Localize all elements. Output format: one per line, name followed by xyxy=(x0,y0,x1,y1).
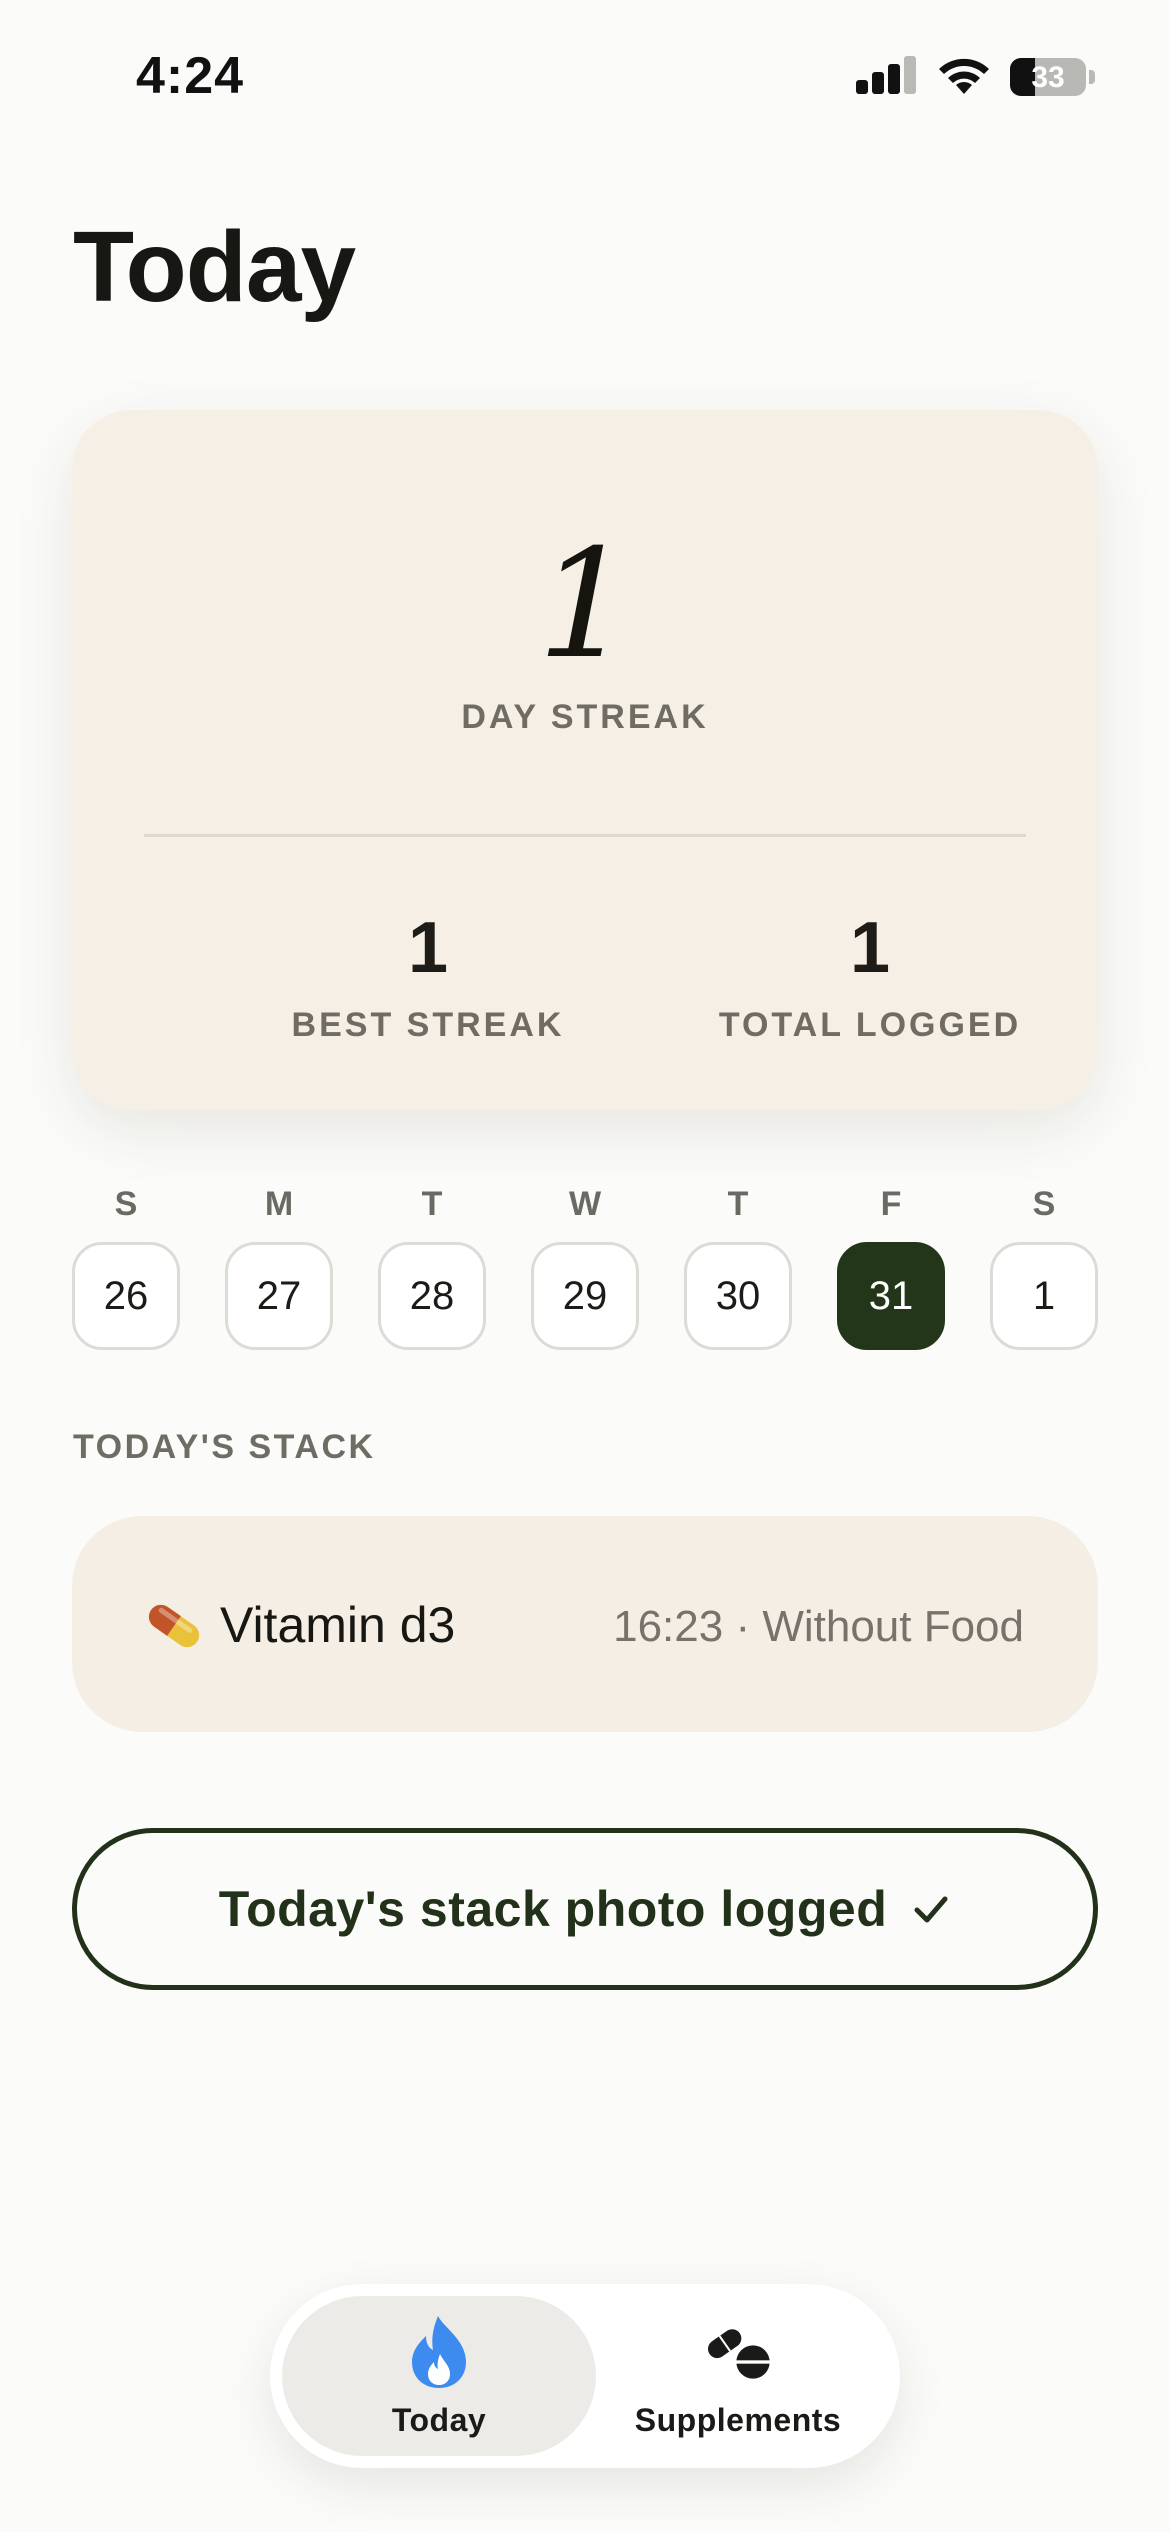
current-streak-label: DAY STREAK xyxy=(461,698,709,736)
battery-icon: 33 xyxy=(1010,58,1086,96)
day-letter: T xyxy=(421,1185,443,1223)
tab-label-today: Today xyxy=(391,2401,487,2438)
todays-stack-heading: TODAY'S STACK xyxy=(73,1428,376,1466)
day-letter: W xyxy=(568,1185,602,1223)
battery-nub xyxy=(1089,70,1095,84)
best-streak-value: 1 xyxy=(407,908,449,988)
cellular-signal-icon xyxy=(850,54,916,98)
stack-photo-logged-label: Today's stack photo logged xyxy=(218,1881,888,1937)
status-time: 4:24 xyxy=(136,47,245,105)
streak-divider xyxy=(144,834,1026,837)
day-letter: F xyxy=(880,1185,902,1223)
day-date[interactable]: 27 xyxy=(225,1242,333,1350)
page-title: Today xyxy=(73,211,356,323)
day-date[interactable]: 26 xyxy=(72,1242,180,1350)
pills-icon xyxy=(707,2328,772,2379)
supplement-time-and-food: 16:23 · Without Food xyxy=(613,1602,1024,1651)
pill-icon xyxy=(148,1604,200,1648)
total-logged-label: TOTAL LOGGED xyxy=(718,1006,1022,1044)
day-date[interactable]: 28 xyxy=(378,1242,486,1350)
day-date[interactable]: 30 xyxy=(684,1242,792,1350)
wifi-icon xyxy=(939,58,989,94)
supplement-name: Vitamin d3 xyxy=(220,1597,456,1653)
tab-bar: Today Supplements xyxy=(270,2284,900,2468)
week-day-5-selected[interactable]: F 31 xyxy=(837,1180,945,1350)
week-day-6[interactable]: S 1 xyxy=(990,1180,1098,1350)
stack-photo-logged-button[interactable]: Today's stack photo logged xyxy=(72,1828,1098,1990)
total-logged-stat: 1 TOTAL LOGGED xyxy=(710,912,1030,1045)
day-date[interactable]: 29 xyxy=(531,1242,639,1350)
checkmark-icon xyxy=(914,1896,948,1923)
best-streak-stat: 1 BEST STREAK xyxy=(268,912,588,1045)
day-letter: S xyxy=(114,1185,138,1223)
current-streak-value: 1 xyxy=(537,518,633,692)
status-bar: 4:24 33 xyxy=(0,0,1170,150)
flame-icon xyxy=(412,2315,466,2388)
tab-today[interactable]: Today xyxy=(282,2296,596,2456)
week-day-4[interactable]: T 30 xyxy=(684,1180,792,1350)
best-streak-label: BEST STREAK xyxy=(291,1006,565,1044)
tab-supplements[interactable]: Supplements xyxy=(588,2296,888,2456)
day-letter: T xyxy=(727,1185,749,1223)
supplement-card[interactable]: Vitamin d3 16:23 · Without Food xyxy=(72,1516,1098,1732)
day-letter: S xyxy=(1032,1185,1056,1223)
day-date-selected[interactable]: 31 xyxy=(837,1242,945,1350)
day-letter: M xyxy=(264,1185,294,1223)
battery-level: 33 xyxy=(1031,61,1065,94)
week-day-2[interactable]: T 28 xyxy=(378,1180,486,1350)
week-day-1[interactable]: M 27 xyxy=(225,1180,333,1350)
day-date[interactable]: 1 xyxy=(990,1242,1098,1350)
week-day-0[interactable]: S 26 xyxy=(72,1180,180,1350)
total-logged-value: 1 xyxy=(849,908,891,988)
streak-card: 1 DAY STREAK 1 BEST STREAK 1 TOTAL LOGGE… xyxy=(72,410,1098,1110)
tab-label-supplements: Supplements xyxy=(634,2401,842,2438)
week-strip: S 26 M 27 T 28 W 29 T 30 F 31 S 1 xyxy=(72,1180,1098,1360)
week-day-3[interactable]: W 29 xyxy=(531,1180,639,1350)
